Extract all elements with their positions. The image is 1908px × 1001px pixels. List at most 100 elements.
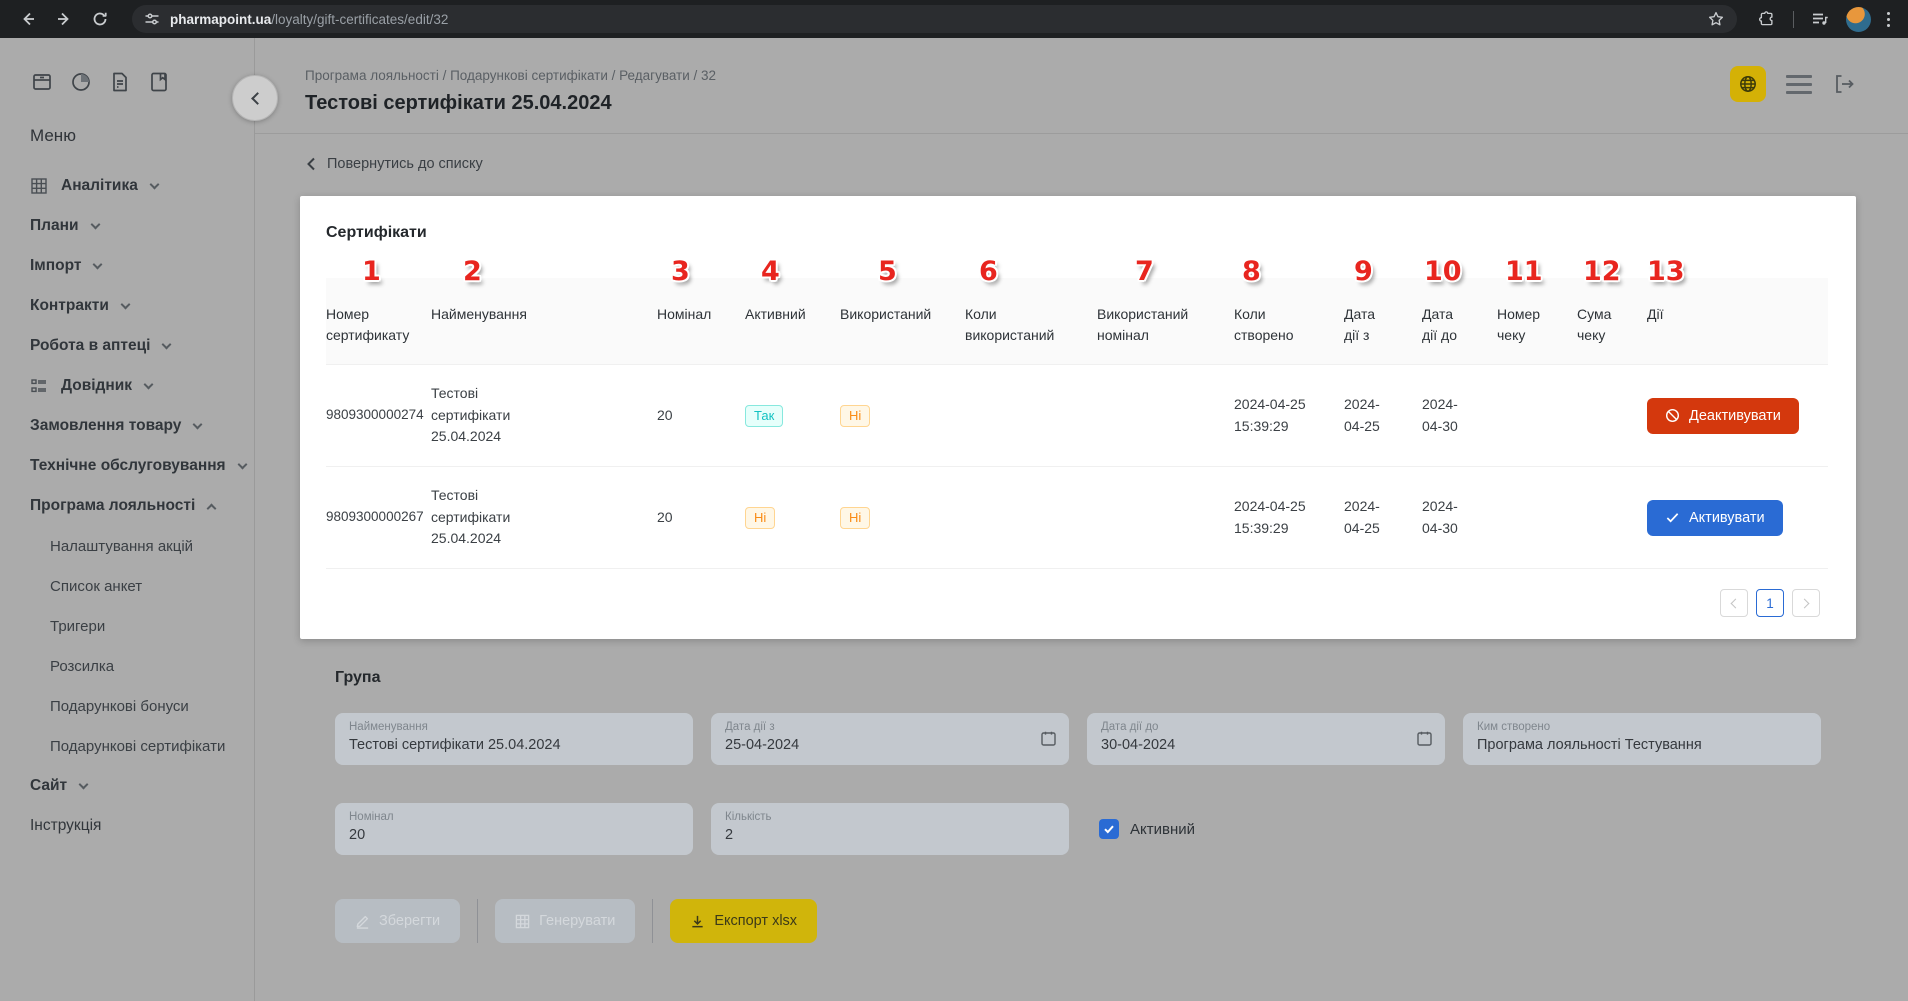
sidebar-item-mailing[interactable]: Розсилка bbox=[30, 646, 254, 686]
pencil-icon bbox=[355, 914, 370, 929]
som-mark-6: 6 bbox=[979, 252, 998, 293]
group-section-title: Група bbox=[335, 669, 1856, 687]
pagination-prev-button[interactable] bbox=[1720, 589, 1748, 617]
cell-used-nominal bbox=[1097, 467, 1234, 569]
profile-avatar[interactable] bbox=[1846, 7, 1871, 32]
sidebar-item-loyalty-program[interactable]: Програма лояльності bbox=[30, 486, 254, 526]
sidebar-item-label: Імпорт bbox=[30, 257, 81, 275]
browser-forward-icon[interactable] bbox=[48, 3, 80, 35]
sidebar-item-plans[interactable]: Плани bbox=[30, 206, 254, 246]
field-label: Найменування bbox=[349, 721, 679, 733]
sidebar-item-label: Плани bbox=[30, 217, 79, 235]
field-label: Кількість bbox=[725, 811, 1055, 823]
table-row: 9809300000267 Тестові сертифікати 25.04.… bbox=[326, 467, 1828, 569]
sidebar-item-label: Робота в аптеці bbox=[30, 337, 150, 355]
som-mark-3: 3 bbox=[671, 252, 690, 293]
app-shell: Меню Аналітика Плани Імпорт Контракти Ро… bbox=[0, 38, 1908, 1001]
sidebar-item-promo-settings[interactable]: Налаштування акцій bbox=[30, 526, 254, 566]
sidebar-item-gift-bonuses[interactable]: Подарункові бонуси bbox=[30, 686, 254, 726]
status-badge: Ні bbox=[840, 405, 870, 427]
sidebar-item-goods-order[interactable]: Замовлення товару bbox=[30, 406, 254, 446]
address-bar[interactable]: pharmapoint.ua/loyalty/gift-certificates… bbox=[132, 5, 1737, 33]
list-icon bbox=[30, 377, 48, 395]
browser-back-icon[interactable] bbox=[12, 3, 44, 35]
generate-button[interactable]: Генерувати bbox=[495, 899, 635, 943]
cell-when-used bbox=[965, 365, 1097, 467]
language-globe-button[interactable] bbox=[1730, 66, 1766, 102]
active-checkbox-group[interactable]: Активний bbox=[1099, 819, 1195, 839]
bookmark-star-icon[interactable] bbox=[1707, 10, 1725, 28]
col-certificate-number: 1Номер сертификату bbox=[326, 278, 431, 365]
col-nominal: 3Номінал bbox=[657, 278, 745, 365]
calendar-icon[interactable] bbox=[1416, 730, 1433, 747]
cell-used-nominal bbox=[1097, 365, 1234, 467]
extensions-icon[interactable] bbox=[1751, 3, 1783, 35]
sidebar-item-contracts[interactable]: Контракти bbox=[30, 286, 254, 326]
site-settings-icon[interactable] bbox=[144, 11, 160, 27]
back-link-label: Повернутись до списку bbox=[327, 156, 483, 172]
status-badge: Ні bbox=[745, 507, 775, 529]
book-icon[interactable] bbox=[147, 70, 171, 94]
check-icon bbox=[1665, 510, 1680, 525]
cell-created: 2024-04-25 15:39:29 bbox=[1234, 365, 1344, 467]
sidebar-subitem-label: Список анкет bbox=[50, 578, 142, 595]
sidebar-item-import[interactable]: Імпорт bbox=[30, 246, 254, 286]
archive-icon[interactable] bbox=[30, 70, 54, 94]
url-text: pharmapoint.ua/loyalty/gift-certificates… bbox=[170, 12, 448, 27]
browser-menu-icon[interactable] bbox=[1881, 6, 1896, 33]
generate-button-label: Генерувати bbox=[539, 913, 615, 929]
media-queue-icon[interactable] bbox=[1804, 3, 1836, 35]
sidebar-item-gift-certificates[interactable]: Подарункові сертифікати bbox=[30, 726, 254, 766]
export-xlsx-button[interactable]: Експорт xlsx bbox=[670, 899, 817, 943]
pagination-page-1[interactable]: 1 bbox=[1756, 589, 1784, 617]
deactivate-button[interactable]: Деактивувати bbox=[1647, 398, 1799, 434]
sidebar-item-analytics[interactable]: Аналітика bbox=[30, 166, 254, 206]
cell-valid-to: 2024-04-30 bbox=[1422, 467, 1497, 569]
hamburger-menu-icon[interactable] bbox=[1786, 75, 1812, 94]
cell-receipt-sum bbox=[1577, 365, 1647, 467]
pagination-next-button[interactable] bbox=[1792, 589, 1820, 617]
pie-chart-icon[interactable] bbox=[69, 70, 93, 94]
sidebar-item-label: Довідник bbox=[61, 377, 132, 395]
breadcrumb: Програма лояльності / Подарункові сертиф… bbox=[305, 68, 1908, 83]
vertical-divider bbox=[477, 899, 478, 943]
som-mark-10: 10 bbox=[1424, 252, 1462, 293]
sidebar-item-triggers[interactable]: Тригери bbox=[30, 606, 254, 646]
sidebar-subitem-label: Розсилка bbox=[50, 658, 114, 675]
document-icon[interactable] bbox=[108, 70, 132, 94]
sidebar-item-questionnaires[interactable]: Список анкет bbox=[30, 566, 254, 606]
sidebar-collapse-button[interactable] bbox=[232, 75, 278, 121]
active-checkbox[interactable] bbox=[1099, 819, 1119, 839]
field-label: Номінал bbox=[349, 811, 679, 823]
sidebar-item-instruction[interactable]: Інструкція bbox=[30, 806, 254, 846]
som-mark-1: 1 bbox=[362, 252, 381, 293]
sidebar-nav: Аналітика Плани Імпорт Контракти Робота … bbox=[30, 166, 254, 846]
logout-icon[interactable] bbox=[1832, 72, 1856, 96]
date-to-field[interactable]: Дата дії до 30-04-2024 bbox=[1087, 713, 1445, 765]
field-label: Дата дії з bbox=[725, 721, 1055, 733]
certificates-table: 1Номер сертификату 2Найменування 3Номіна… bbox=[326, 278, 1828, 569]
sidebar-item-maintenance[interactable]: Технічне обслуговування bbox=[30, 446, 254, 486]
toolbar-divider bbox=[1793, 11, 1794, 28]
cell-valid-from: 2024-04-25 bbox=[1344, 467, 1422, 569]
browser-reload-icon[interactable] bbox=[84, 3, 116, 35]
browser-chrome: pharmapoint.ua/loyalty/gift-certificates… bbox=[0, 0, 1908, 38]
active-checkbox-label: Активний bbox=[1130, 821, 1195, 838]
name-field[interactable]: Найменування Тестові сертифікати 25.04.2… bbox=[335, 713, 693, 765]
created-by-field[interactable]: Ким створено Програма лояльності Тестува… bbox=[1463, 713, 1821, 765]
quantity-field[interactable]: Кількість 2 bbox=[711, 803, 1069, 855]
sidebar-item-directory[interactable]: Довідник bbox=[30, 366, 254, 406]
date-from-field[interactable]: Дата дії з 25-04-2024 bbox=[711, 713, 1069, 765]
back-to-list-link[interactable]: Повернутись до списку bbox=[305, 156, 483, 172]
cell-certificate-number: 9809300000267 bbox=[326, 467, 431, 569]
sidebar-quick-icons bbox=[30, 70, 254, 94]
calendar-icon[interactable] bbox=[1040, 730, 1057, 747]
status-badge: Так bbox=[745, 405, 783, 427]
certificates-section-title: Сертифікати bbox=[326, 224, 1828, 242]
activate-button[interactable]: Активувати bbox=[1647, 500, 1783, 536]
sidebar-item-site[interactable]: Сайт bbox=[30, 766, 254, 806]
nominal-field[interactable]: Номінал 20 bbox=[335, 803, 693, 855]
sidebar-item-pharmacy-work[interactable]: Робота в аптеці bbox=[30, 326, 254, 366]
save-button[interactable]: Зберегти bbox=[335, 899, 460, 943]
sidebar-item-label: Контракти bbox=[30, 297, 109, 315]
